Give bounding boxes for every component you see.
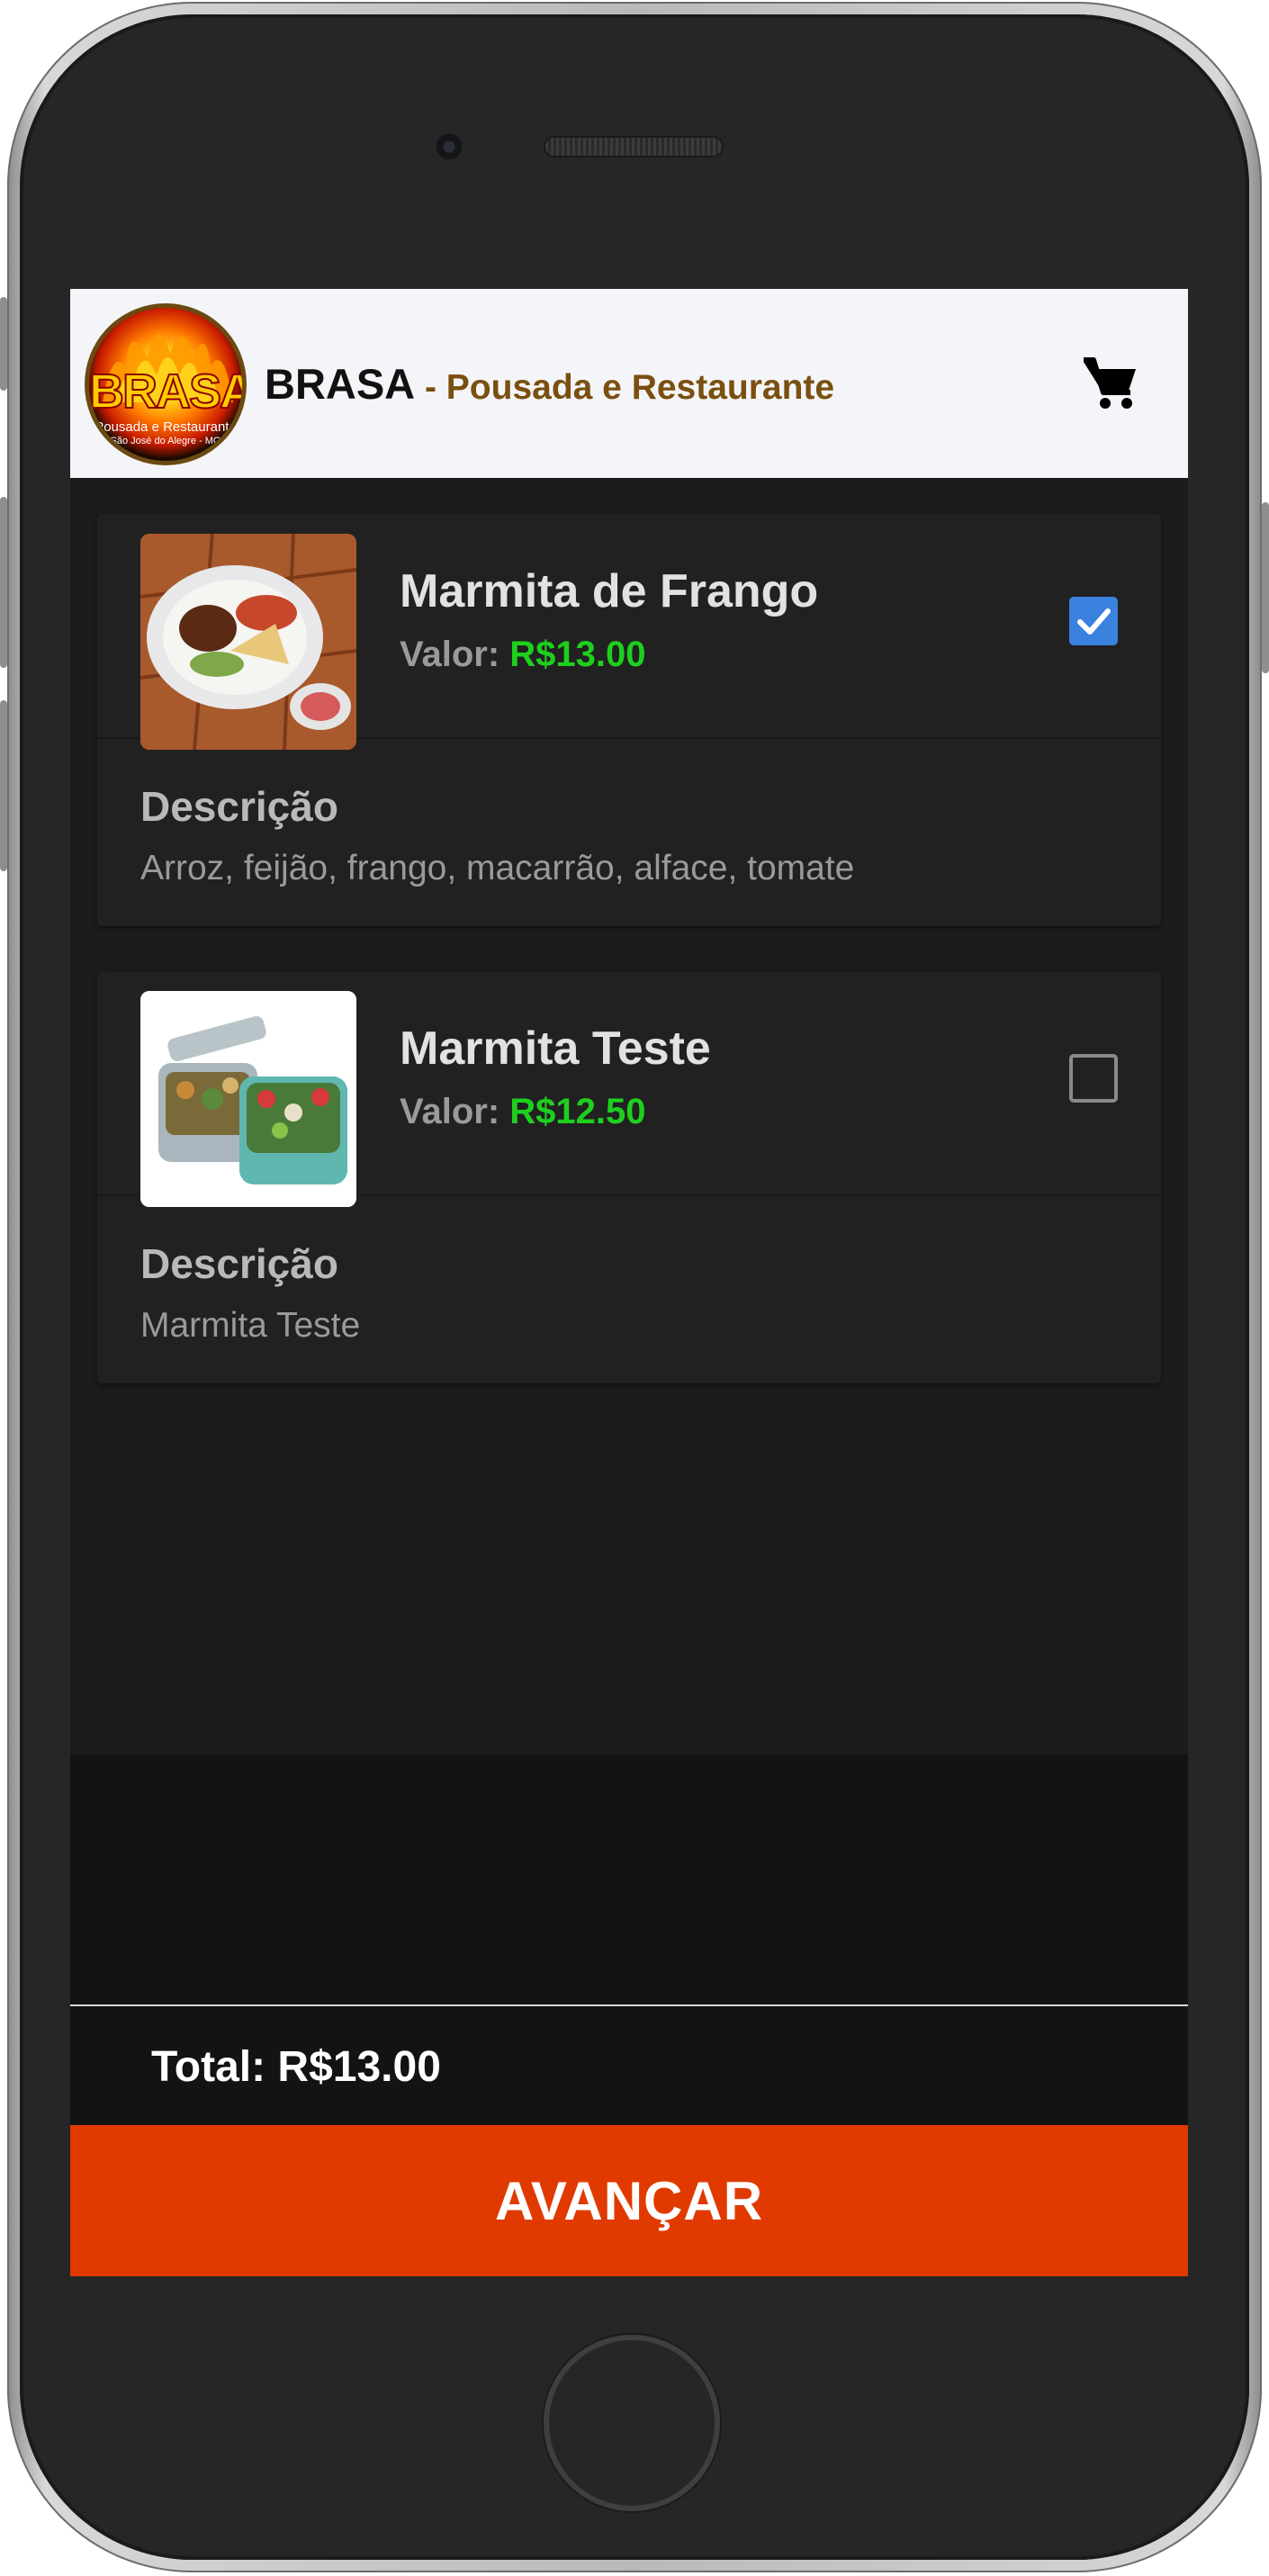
app-header: BRASA Pousada e Restaurante São José do … <box>70 289 1188 478</box>
price-value: R$12.50 <box>509 1092 646 1131</box>
front-camera <box>436 133 463 160</box>
lunchbox-image <box>140 991 356 1207</box>
volume-down-button <box>0 700 7 871</box>
cart-button[interactable] <box>1082 356 1139 410</box>
logo-word: BRASA <box>89 364 247 419</box>
home-button[interactable] <box>544 2335 720 2511</box>
shopping-cart-icon <box>1084 357 1136 409</box>
description-title: Descrição <box>140 783 338 830</box>
select-checkbox-checked[interactable] <box>1069 597 1118 645</box>
volume-up-button <box>0 497 7 668</box>
product-card[interactable]: Marmita de Frango Valor: R$13.00 Descriç… <box>97 514 1161 926</box>
description-text: Marmita Teste <box>140 1306 361 1345</box>
select-checkbox-unchecked[interactable] <box>1069 1054 1118 1103</box>
brand-name: BRASA <box>265 360 416 408</box>
product-name: Marmita de Frango <box>400 565 819 617</box>
logo-subtext: Pousada e Restaurante <box>94 419 237 435</box>
earpiece-speaker <box>544 136 724 158</box>
product-name: Marmita Teste <box>400 1022 711 1075</box>
product-image-teste <box>140 991 356 1207</box>
price-value: R$13.00 <box>509 635 646 674</box>
brasa-logo[interactable]: BRASA Pousada e Restaurante São José do … <box>85 303 247 465</box>
product-card[interactable]: Marmita Teste Valor: R$12.50 Descrição M… <box>97 971 1161 1383</box>
price-label: Valor: <box>400 635 510 674</box>
brand-subtitle: - Pousada e Restaurante <box>415 368 835 407</box>
description-text: Arroz, feijão, frango, macarrão, alface,… <box>140 849 855 887</box>
plate-image <box>140 534 356 750</box>
mute-switch <box>0 297 7 391</box>
product-image-frango <box>140 534 356 750</box>
brand-title: BRASA - Pousada e Restaurante <box>265 359 834 409</box>
power-button <box>1262 502 1269 673</box>
product-price: Valor: R$12.50 <box>400 1092 646 1132</box>
logo-subtext-location: São José do Alegre - MG <box>110 436 221 446</box>
footer-divider <box>70 2004 1188 2006</box>
product-price: Valor: R$13.00 <box>400 635 646 675</box>
product-list: Marmita de Frango Valor: R$13.00 Descriç… <box>70 478 1188 1754</box>
checkmark-icon <box>1077 608 1111 635</box>
app-screen: BRASA Pousada e Restaurante São José do … <box>70 289 1188 2276</box>
advance-button[interactable]: AVANÇAR <box>70 2125 1188 2276</box>
description-title: Descrição <box>140 1240 338 1287</box>
price-label: Valor: <box>400 1092 510 1131</box>
order-total: Total: R$13.00 <box>151 2043 441 2091</box>
